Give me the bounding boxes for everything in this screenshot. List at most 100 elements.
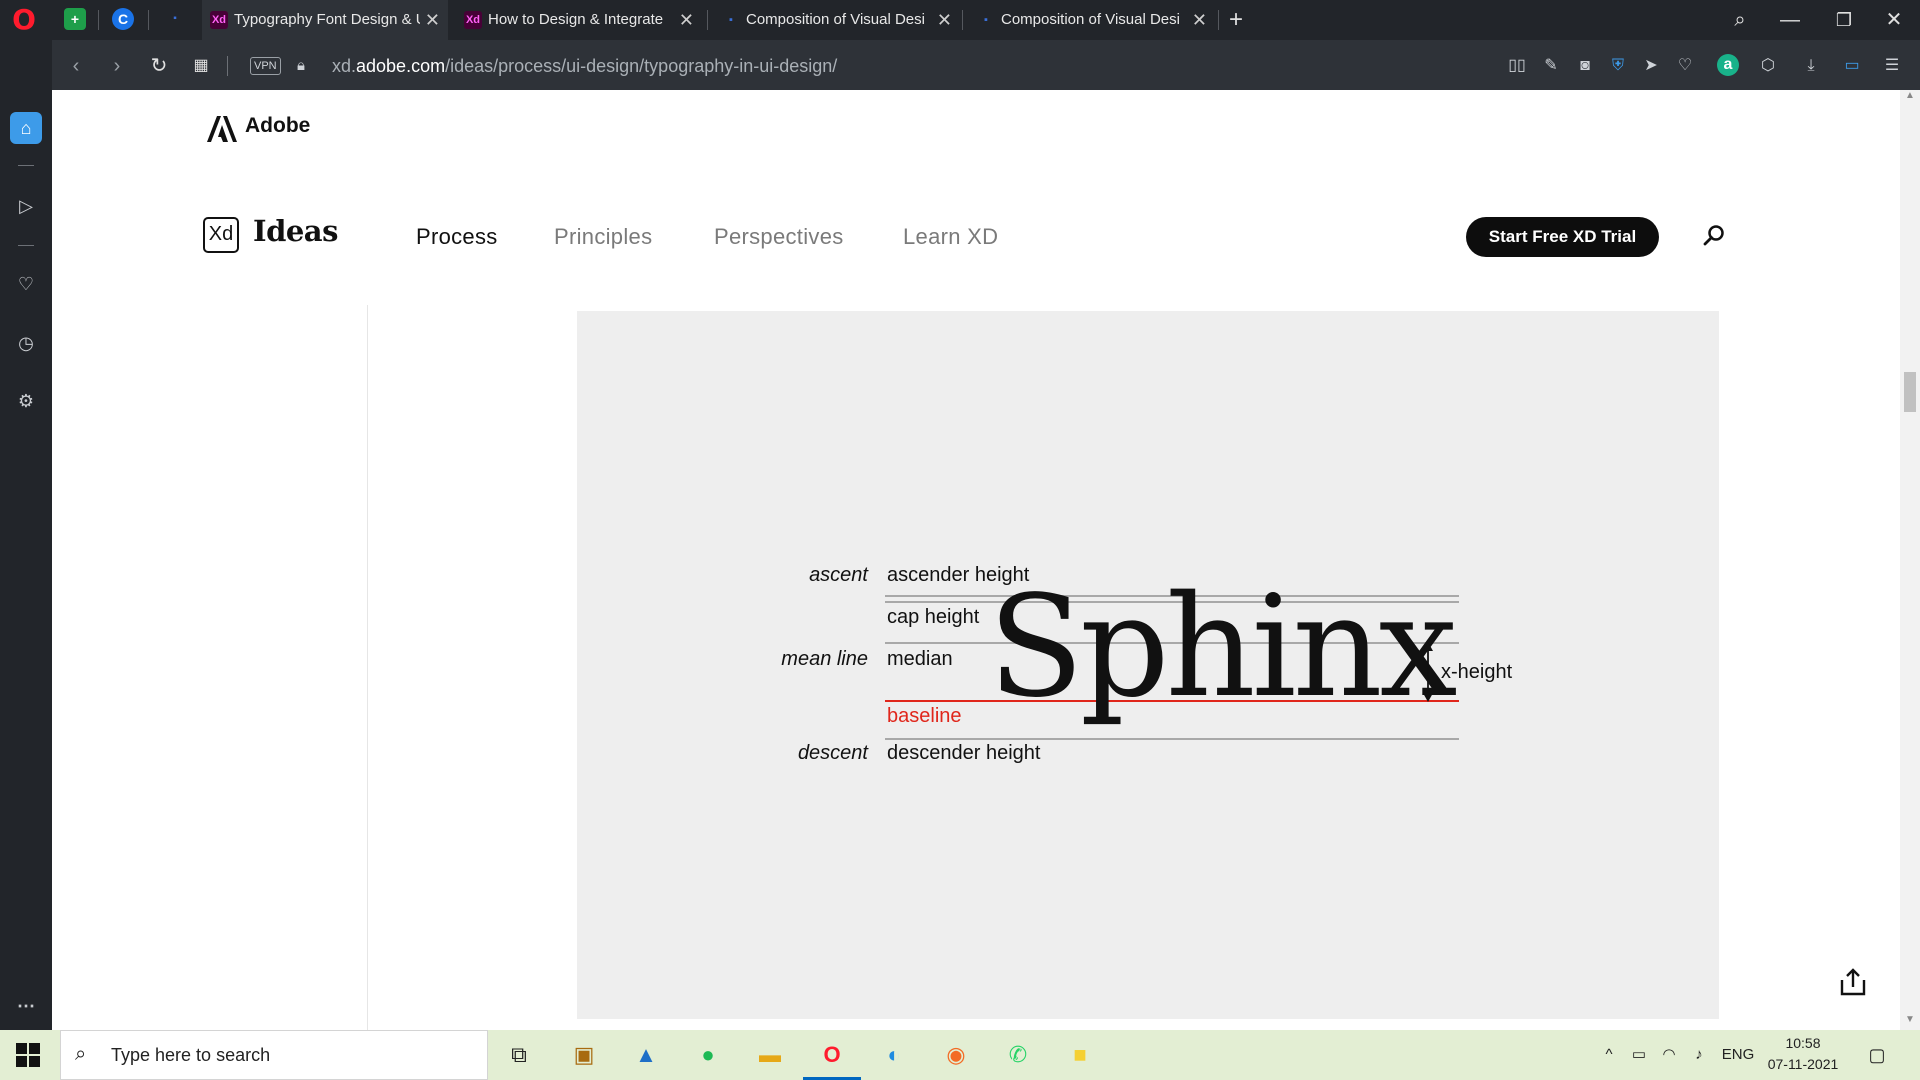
close-window-icon[interactable]: ✕	[1876, 4, 1912, 36]
xd-favicon-icon: Xd	[210, 11, 228, 30]
firefox-icon[interactable]: ◉	[936, 1035, 976, 1075]
close-tab-icon[interactable]: ✕	[679, 0, 694, 40]
url-path: /ideas/process/ui-design/typography-in-u…	[445, 56, 838, 76]
adobe-logo-icon[interactable]	[207, 116, 237, 142]
back-icon[interactable]: ‹	[62, 52, 90, 80]
search-icon: ⌕	[75, 1043, 87, 1065]
clock-time: 10:58	[1785, 1035, 1821, 1051]
shield-icon[interactable]: ⛨	[1604, 52, 1632, 80]
download-icon[interactable]: ⤓	[1797, 52, 1825, 80]
scroll-thumb[interactable]	[1904, 372, 1916, 412]
nav-principles[interactable]: Principles	[554, 224, 652, 250]
label-descender-height: descender height	[887, 742, 1041, 764]
new-tab-icon[interactable]: +	[1218, 4, 1254, 36]
tab-composition-2[interactable]: ▪ Composition of Visual Desi ✕	[969, 0, 1215, 40]
descender-line	[885, 738, 1459, 740]
restore-icon[interactable]: ❐	[1826, 4, 1862, 36]
tab-title: Composition of Visual Desi	[1001, 11, 1180, 29]
scroll-down-icon[interactable]: ▼	[1900, 1014, 1920, 1030]
search-icon[interactable]	[1700, 222, 1728, 250]
home-icon[interactable]: ⌂	[10, 112, 42, 144]
tab-separator	[707, 10, 708, 30]
xd-logo-icon[interactable]: Xd	[203, 217, 239, 253]
battery-saver-icon[interactable]: ▭	[1838, 52, 1866, 80]
more-icon[interactable]: ⋯	[10, 990, 42, 1022]
easy-setup-icon[interactable]: ☰	[1878, 52, 1906, 80]
c-pinned-tab-icon[interactable]: C	[112, 8, 134, 30]
windows-start-icon[interactable]	[16, 1043, 40, 1067]
tray-chevron-icon[interactable]: ^	[1596, 1040, 1622, 1070]
notifications-icon[interactable]: ▢	[1862, 1040, 1892, 1070]
sheets-pinned-tab-icon[interactable]: +	[64, 8, 86, 30]
tab-search-icon[interactable]: ⌕	[1722, 4, 1758, 36]
page-scrollbar[interactable]	[1900, 90, 1920, 1030]
battery-icon[interactable]: ▭	[1626, 1040, 1652, 1070]
url-domain: adobe.com	[356, 56, 446, 76]
doc-favicon-icon: ▪	[984, 14, 988, 27]
volume-icon[interactable]: ♪	[1686, 1040, 1712, 1070]
url-field[interactable]: xd.adobe.com/ideas/process/ui-design/typ…	[332, 52, 837, 80]
label-cap-height: cap height	[887, 606, 980, 628]
label-ascent: ascent	[809, 564, 868, 586]
edit-icon[interactable]: ✎	[1537, 52, 1565, 80]
nav-learn-xd[interactable]: Learn XD	[903, 224, 998, 250]
label-median: median	[887, 648, 953, 670]
ideas-wordmark[interactable]: Ideas	[253, 214, 338, 248]
minimize-icon[interactable]: —	[1772, 4, 1808, 36]
store-icon[interactable]: ▣	[564, 1035, 604, 1075]
scroll-up-icon[interactable]: ▲	[1900, 90, 1920, 106]
send-icon[interactable]: ➤	[1637, 52, 1665, 80]
close-tab-icon[interactable]: ✕	[425, 0, 440, 40]
speed-dial-icon[interactable]: ▦	[187, 52, 215, 80]
settings-gear-icon[interactable]: ⚙	[10, 385, 42, 417]
reader-mode-icon[interactable]: ▯▯	[1503, 52, 1531, 80]
lock-icon[interactable]: 🔒︎	[287, 52, 315, 80]
tab-composition-1[interactable]: ▪ Composition of Visual Desi ✕	[714, 0, 960, 40]
vpn-badge[interactable]: VPN	[250, 57, 281, 75]
whatsapp-icon[interactable]: ✆	[998, 1035, 1038, 1075]
language-indicator[interactable]: ENG	[1718, 1040, 1758, 1070]
sticky-notes-icon[interactable]: ■	[1060, 1035, 1100, 1075]
photos-icon[interactable]: ▲	[626, 1035, 666, 1075]
adobe-wordmark[interactable]: Adobe	[245, 114, 310, 138]
opera-taskbar-icon[interactable]: O	[812, 1035, 852, 1075]
sidebar-divider	[18, 245, 34, 246]
label-x-height: x-height	[1441, 661, 1513, 683]
nav-perspectives[interactable]: Perspectives	[714, 224, 844, 250]
sidebar-divider	[18, 165, 34, 166]
address-separator	[227, 56, 228, 76]
camera-icon[interactable]: ◙	[1571, 52, 1599, 80]
wifi-icon[interactable]: ◠	[1656, 1040, 1682, 1070]
tab-separator	[148, 10, 149, 30]
forward-icon[interactable]: ›	[103, 52, 131, 80]
system-clock[interactable]: 10:58 07-11-2021	[1760, 1033, 1846, 1075]
task-view-icon[interactable]: ⧉	[499, 1035, 539, 1075]
start-trial-button[interactable]: Start Free XD Trial	[1466, 217, 1659, 257]
label-descent: descent	[797, 742, 868, 764]
taskbar-search-box[interactable]: ⌕ Type here to search	[60, 1030, 488, 1080]
tab-design-integrate[interactable]: Xd How to Design & Integrate ✕	[456, 0, 702, 40]
reload-icon[interactable]: ↻	[145, 52, 173, 80]
close-tab-icon[interactable]: ✕	[937, 0, 952, 40]
clock-date: 07-11-2021	[1767, 1056, 1839, 1072]
spotify-icon[interactable]: ●	[688, 1035, 728, 1075]
doc-pinned-tab-icon[interactable]: ▪	[164, 8, 186, 30]
history-clock-icon[interactable]: ◷	[10, 327, 42, 359]
opera-logo-icon[interactable]: O	[10, 6, 38, 34]
tab-typography[interactable]: Xd Typography Font Design & UI ✕	[202, 0, 448, 40]
favorites-heart-icon[interactable]: ♡	[10, 268, 42, 300]
url-subdomain: xd.	[332, 56, 357, 76]
extension-a-icon[interactable]: a	[1717, 54, 1739, 76]
tab-title: Typography Font Design & UI	[234, 11, 420, 29]
file-explorer-icon[interactable]: ▬	[750, 1035, 790, 1075]
player-icon[interactable]: ▷	[10, 190, 42, 222]
nav-process[interactable]: Process	[416, 224, 498, 250]
taskbar-search-placeholder: Type here to search	[111, 1045, 271, 1065]
share-icon[interactable]	[1836, 966, 1870, 1000]
edge-icon[interactable]: ◐	[874, 1035, 914, 1075]
cube-icon[interactable]: ⬡	[1754, 52, 1782, 80]
tab-separator	[962, 10, 963, 30]
heart-icon[interactable]: ♡	[1671, 52, 1699, 80]
close-tab-icon[interactable]: ✕	[1192, 0, 1207, 40]
label-mean-line: mean line	[781, 648, 868, 670]
